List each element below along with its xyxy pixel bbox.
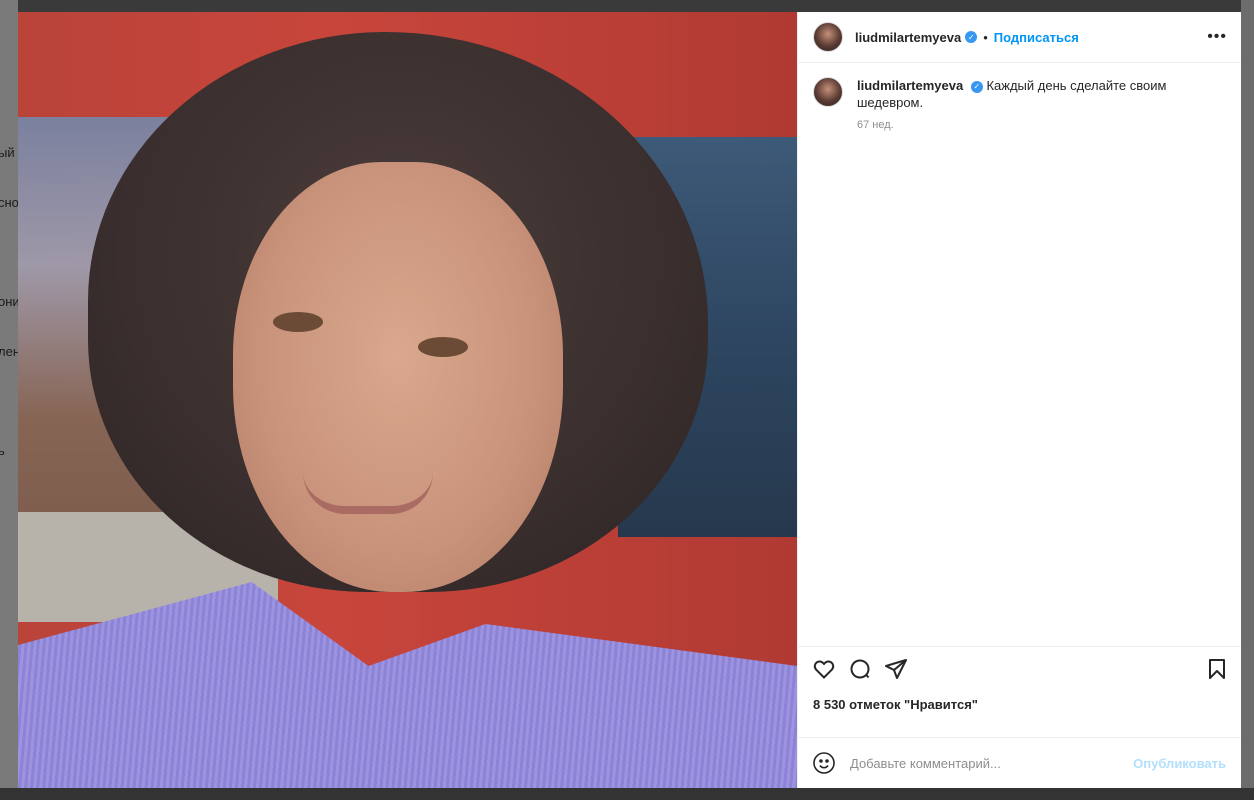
- send-icon[interactable]: [884, 657, 908, 681]
- post-header: liudmilartemyeva ✓ • Подписаться •••: [798, 12, 1241, 63]
- smiley-icon[interactable]: [812, 751, 836, 775]
- action-bar: [798, 646, 1241, 691]
- author-avatar[interactable]: [813, 22, 843, 52]
- backdrop-right-strip: [1241, 0, 1254, 800]
- backdrop-top-strip: [18, 0, 1254, 12]
- add-comment-bar: Опубликовать: [798, 737, 1241, 788]
- backdrop-nav-fragment: ый: [0, 145, 15, 160]
- backdrop-nav-fragment: ь: [0, 443, 5, 458]
- post-modal: liudmilartemyeva ✓ • Подписаться ••• liu…: [18, 12, 1241, 788]
- backdrop-sidebar: ый сно они лен ь: [0, 0, 18, 800]
- backdrop-nav-fragment: сно: [0, 195, 18, 210]
- caption-timestamp[interactable]: 67 нед.: [857, 117, 1177, 134]
- verified-badge-icon: ✓: [965, 31, 978, 43]
- bookmark-icon[interactable]: [1205, 657, 1229, 681]
- author-username[interactable]: liudmilartemyeva: [855, 30, 961, 45]
- backdrop-nav-fragment: лен: [0, 344, 18, 359]
- post-sidebar: liudmilartemyeva ✓ • Подписаться ••• liu…: [797, 12, 1241, 788]
- comments-area: liudmilartemyeva ✓ Каждый день сделайте …: [798, 63, 1241, 646]
- caption: liudmilartemyeva ✓ Каждый день сделайте …: [813, 77, 1226, 134]
- caption-username[interactable]: liudmilartemyeva: [857, 78, 963, 93]
- separator-dot: •: [983, 29, 988, 45]
- backdrop-nav-fragment: они: [0, 294, 18, 309]
- backdrop-bottom-strip: [0, 788, 1254, 800]
- comment-icon[interactable]: [848, 657, 872, 681]
- follow-button[interactable]: Подписаться: [994, 30, 1079, 45]
- heart-icon[interactable]: [812, 657, 836, 681]
- caption-avatar[interactable]: [813, 77, 843, 107]
- likes-count[interactable]: 8 530 отметок "Нравится": [798, 691, 1241, 737]
- more-options-icon[interactable]: •••: [1207, 28, 1227, 46]
- post-photo[interactable]: [18, 12, 797, 788]
- comment-input[interactable]: [848, 754, 1134, 772]
- verified-badge-icon: ✓: [970, 80, 983, 93]
- publish-button[interactable]: Опубликовать: [1133, 756, 1226, 771]
